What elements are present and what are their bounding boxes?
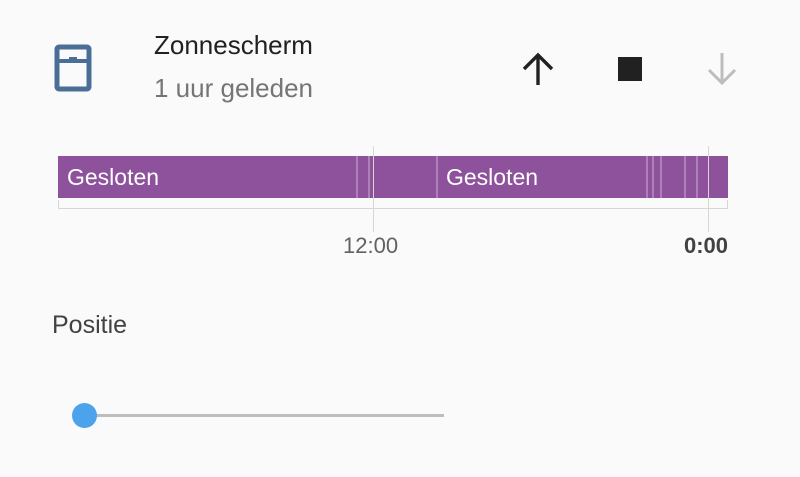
axis-tick	[727, 200, 728, 209]
slider-track	[84, 414, 444, 417]
open-cover-button[interactable]	[513, 44, 563, 94]
history-timeline[interactable]: Gesloten Gesloten	[58, 156, 728, 198]
stop-cover-button[interactable]	[605, 44, 655, 94]
last-changed: 1 uur geleden	[154, 73, 314, 103]
state-change-marker	[646, 156, 648, 198]
arrow-down-icon	[707, 53, 737, 86]
timeline-segment-label: Gesloten	[446, 164, 539, 190]
position-slider[interactable]	[72, 400, 446, 430]
stop-icon	[618, 57, 642, 81]
state-change-marker	[368, 156, 370, 198]
position-label: Positie	[52, 311, 128, 339]
state-change-marker	[660, 156, 662, 198]
timeline-segment-label: Gesloten	[67, 164, 160, 190]
state-change-marker	[652, 156, 654, 198]
state-change-marker	[436, 156, 438, 198]
axis-tick-label: 0:00	[684, 233, 729, 258]
close-cover-button[interactable]	[697, 44, 747, 94]
state-change-marker	[696, 156, 698, 198]
slider-thumb[interactable]	[72, 403, 97, 428]
axis-tick	[373, 146, 374, 232]
state-change-marker	[684, 156, 686, 198]
arrow-up-icon	[522, 52, 554, 85]
entity-name: Zonnescherm	[154, 30, 313, 60]
timeline-axis	[58, 208, 728, 209]
window-shutter-icon	[54, 44, 92, 92]
axis-tick	[58, 200, 59, 209]
axis-tick-label: 12:00	[343, 233, 399, 258]
state-change-marker	[356, 156, 358, 198]
axis-tick	[708, 146, 709, 232]
